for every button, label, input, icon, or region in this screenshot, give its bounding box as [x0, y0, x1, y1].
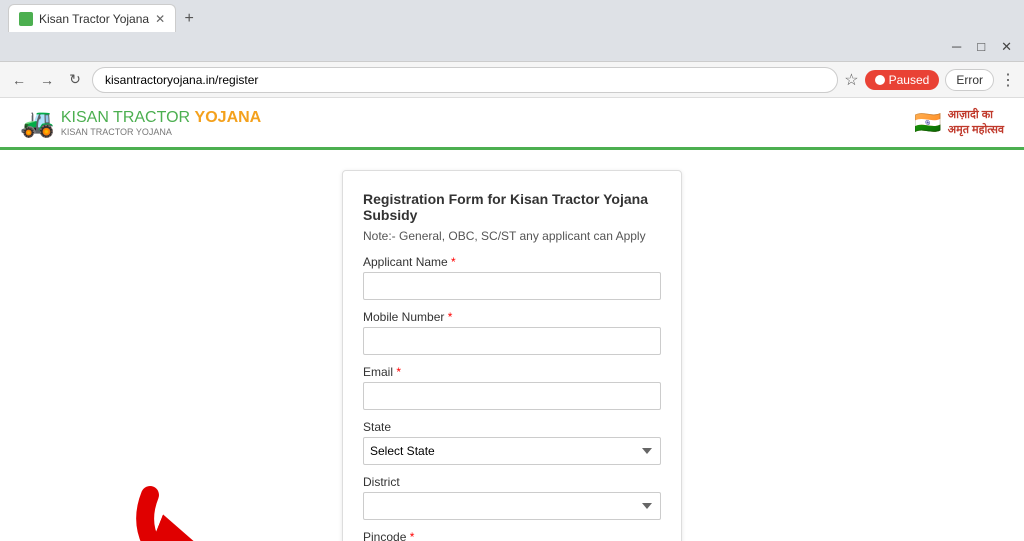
paused-icon — [875, 75, 885, 85]
applicant-name-label: Applicant Name * — [363, 255, 661, 269]
paused-button[interactable]: Paused — [865, 70, 940, 90]
form-title: Registration Form for Kisan Tractor Yoja… — [363, 191, 661, 223]
forward-button[interactable]: → — [36, 69, 58, 91]
back-button[interactable]: ← — [8, 69, 30, 91]
bookmark-icon[interactable]: ☆ — [844, 70, 858, 90]
address-bar-row: ← → ↻ ☆ Paused Error ⋮ — [0, 62, 1024, 98]
reload-button[interactable]: ↻ — [64, 69, 86, 91]
active-tab[interactable]: Kisan Tractor Yojana ✕ — [8, 4, 176, 32]
mobile-input[interactable] — [363, 327, 661, 355]
required-asterisk: * — [393, 365, 401, 379]
tractor-icon: 🚜 — [20, 106, 55, 139]
required-asterisk: * — [406, 530, 414, 541]
required-asterisk: * — [444, 310, 452, 324]
logo-tractor-text: TRACTOR — [113, 109, 190, 126]
page-wrapper: 🚜 KISAN TRACTOR YOJANA KISAN TRACTOR YOJ… — [0, 98, 1024, 541]
tab-close-button[interactable]: ✕ — [155, 12, 165, 26]
required-asterisk: * — [448, 255, 456, 269]
state-label: State — [363, 420, 661, 434]
tab-bar: Kisan Tractor Yojana ✕ + — [0, 0, 1024, 32]
close-button[interactable]: ✕ — [997, 39, 1016, 55]
azadi-line1: आज़ादी का — [948, 108, 1004, 122]
window-controls: ─ □ ✕ — [948, 39, 1016, 55]
logo-yojana: YOJANA — [195, 109, 262, 126]
azadi-text: आज़ादी का अमृत महोत्सव — [948, 108, 1004, 137]
browser-chrome: ─ □ ✕ — [0, 32, 1024, 62]
paused-label: Paused — [889, 73, 930, 87]
logo-tagline: KISAN TRACTOR YOJANA — [61, 127, 261, 137]
district-select[interactable] — [363, 492, 661, 520]
state-group: State Select State Andhra Pradesh Bihar … — [363, 420, 661, 465]
district-label: District — [363, 475, 661, 489]
applicant-name-group: Applicant Name * — [363, 255, 661, 300]
azadi-logo: 🇮🇳 आज़ादी का अमृत महोत्सव — [914, 108, 1004, 137]
pincode-label: Pincode * — [363, 530, 661, 541]
email-group: Email * — [363, 365, 661, 410]
form-note: Note:- General, OBC, SC/ST any applicant… — [363, 229, 661, 243]
azadi-line2: अमृत महोत्सव — [948, 123, 1004, 137]
logo-text-block: KISAN TRACTOR YOJANA KISAN TRACTOR YOJAN… — [61, 109, 261, 137]
tab-title: Kisan Tractor Yojana — [39, 12, 149, 26]
tab-favicon — [19, 12, 33, 26]
logo-kisan: KISAN — [61, 109, 109, 126]
mobile-number-group: Mobile Number * — [363, 310, 661, 355]
error-label: Error — [956, 73, 983, 87]
pincode-group: Pincode * — [363, 530, 661, 541]
minimize-button[interactable]: ─ — [948, 39, 965, 55]
email-label: Email * — [363, 365, 661, 379]
district-group: District — [363, 475, 661, 520]
applicant-name-input[interactable] — [363, 272, 661, 300]
logo-brand: KISAN TRACTOR YOJANA — [61, 109, 261, 127]
restore-button[interactable]: □ — [973, 39, 989, 55]
browser-menu-button[interactable]: ⋮ — [1000, 70, 1016, 90]
new-tab-button[interactable]: + — [176, 6, 202, 32]
logo-area: 🚜 KISAN TRACTOR YOJANA KISAN TRACTOR YOJ… — [20, 106, 261, 139]
registration-form-container: Registration Form for Kisan Tractor Yoja… — [342, 170, 682, 541]
error-button[interactable]: Error — [945, 69, 994, 91]
mobile-label: Mobile Number * — [363, 310, 661, 324]
address-input[interactable] — [92, 67, 838, 93]
page-content: 🚜 KISAN TRACTOR YOJANA KISAN TRACTOR YOJ… — [0, 98, 1024, 541]
state-select[interactable]: Select State Andhra Pradesh Bihar Gujara… — [363, 437, 661, 465]
email-input[interactable] — [363, 382, 661, 410]
site-header: 🚜 KISAN TRACTOR YOJANA KISAN TRACTOR YOJ… — [0, 98, 1024, 150]
arrow-annotation — [80, 485, 360, 541]
indian-flag-icon: 🇮🇳 — [914, 110, 941, 136]
